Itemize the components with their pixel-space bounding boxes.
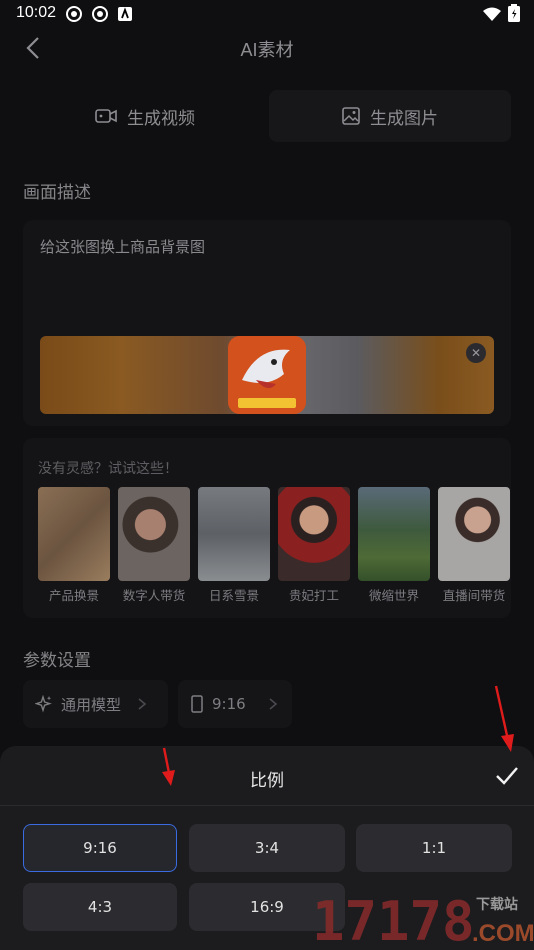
tab-label: 生成视频	[127, 108, 195, 129]
video-camera-icon	[95, 109, 117, 123]
aspect-ratio-icon	[191, 695, 203, 713]
inspiration-title: 没有灵感？试试这些！	[38, 461, 178, 477]
sparkle-icon	[35, 695, 52, 713]
battery-icon	[508, 4, 520, 22]
annotation-arrow-icon	[162, 747, 175, 786]
inspiration-thumbnail	[38, 487, 110, 581]
inspiration-label: 贵妃打工	[288, 588, 339, 603]
inspiration-label: 产品换景	[48, 588, 99, 603]
chevron-right-icon	[269, 698, 277, 710]
reference-image[interactable]: ✕	[40, 336, 494, 414]
inspiration-card[interactable]: 贵妃打工	[278, 487, 350, 604]
status-bar: 10:02	[0, 0, 534, 28]
params-section-title: 参数设置	[23, 651, 91, 671]
ratio-label: 9:16	[212, 695, 246, 713]
check-icon[interactable]	[494, 762, 520, 788]
ratio-option-9-16[interactable]: 9:16	[23, 824, 177, 872]
description-section-title: 画面描述	[23, 183, 91, 203]
annotation-arrow-icon	[494, 685, 514, 752]
app-notification-icon	[92, 6, 108, 22]
inspiration-thumbnail	[118, 487, 190, 581]
mode-tabs: 生成视频 生成图片	[23, 90, 511, 142]
inspiration-thumbnail	[278, 487, 350, 581]
inspiration-card[interactable]: 数字人带货	[118, 487, 190, 604]
notification-badge-icon	[118, 7, 132, 21]
tab-label: 生成图片	[370, 108, 438, 129]
inspiration-card[interactable]: 直播间带货	[438, 487, 510, 604]
inspiration-card[interactable]: 产品换景	[38, 487, 110, 604]
model-label: 通用模型	[61, 695, 122, 714]
remove-image-button[interactable]: ✕	[466, 343, 486, 363]
prompt-text[interactable]: 给这张图换上商品背景图	[40, 236, 205, 257]
inspiration-thumbnail	[198, 487, 270, 581]
inspiration-label: 直播间带货	[442, 588, 506, 603]
shark-mascot-icon	[228, 336, 306, 414]
watermark: 17178 下载站 .COM	[312, 890, 534, 950]
inspiration-card[interactable]: 微缩世界	[358, 487, 430, 604]
sheet-title: 比例	[250, 771, 284, 791]
inspiration-panel: 没有灵感？试试这些！ 产品换景 数字人带货 日系雪景 贵妃打工 微缩世界 直播间…	[23, 438, 511, 618]
prompt-box[interactable]: 给这张图换上商品背景图 ✕	[23, 220, 511, 426]
tab-generate-image[interactable]: 生成图片	[269, 90, 511, 142]
watermark-number: 17178	[312, 890, 475, 950]
inspiration-label: 日系雪景	[208, 588, 259, 603]
app-notification-icon	[66, 6, 82, 22]
model-selector[interactable]: 通用模型	[23, 680, 168, 728]
inspiration-thumbnail	[358, 487, 430, 581]
status-time: 10:02	[16, 4, 57, 21]
ratio-option-4-3[interactable]: 4:3	[23, 883, 177, 931]
ratio-option-1-1[interactable]: 1:1	[356, 824, 512, 872]
image-icon	[342, 107, 360, 125]
watermark-site: 下载站	[476, 897, 518, 913]
page-title: AI素材	[240, 40, 294, 60]
inspiration-label: 微缩世界	[368, 588, 419, 603]
ratio-option-3-4[interactable]: 3:4	[189, 824, 345, 872]
inspiration-card[interactable]: 日系雪景	[198, 487, 270, 604]
wifi-icon	[483, 7, 501, 21]
watermark-domain: .COM	[472, 920, 534, 947]
tab-generate-video[interactable]: 生成视频	[23, 90, 267, 142]
inspiration-label: 数字人带货	[122, 588, 186, 603]
sheet-divider	[0, 805, 534, 806]
chevron-right-icon	[138, 698, 147, 710]
inspiration-thumbnail	[438, 487, 510, 581]
app-logo-image	[228, 336, 306, 414]
ratio-selector[interactable]: 9:16	[178, 680, 292, 728]
